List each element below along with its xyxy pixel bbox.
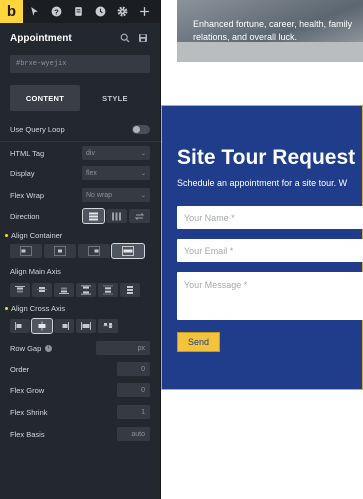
direction-column-icon[interactable] [82, 208, 105, 224]
align-cross-axis-buttons [10, 318, 140, 334]
form-heading: Site Tour Request [177, 146, 356, 169]
flex-shrink-row: Flex Shrink 1 [10, 405, 150, 419]
use-query-loop-label: Use Query Loop [10, 125, 65, 134]
row-gap-input[interactable]: px [96, 341, 150, 355]
display-row: Display flex ⌄ [10, 166, 150, 180]
display-label: Display [10, 168, 35, 178]
modified-dot-icon [5, 307, 8, 310]
flex-basis-label: Flex Basis [10, 429, 45, 439]
history-icon[interactable] [89, 0, 111, 23]
info-icon[interactable]: i [45, 345, 53, 353]
name-input[interactable]: Your Name * [177, 206, 363, 229]
main-axis-space-evenly-icon[interactable] [120, 283, 140, 297]
cross-axis-start-icon[interactable] [10, 319, 30, 333]
row-gap-text: Row Gap [10, 343, 42, 353]
chevron-down-icon: ⌄ [140, 192, 146, 199]
align-main-axis-buttons [10, 283, 140, 297]
builder-panel: b ? Appointment #brxe-wyejix CONTENT STY… [0, 0, 161, 499]
main-axis-start-icon[interactable] [10, 283, 30, 297]
element-id-field[interactable]: #brxe-wyejix [10, 55, 150, 73]
hero-image: Enhanced fortune, career, health, family… [177, 0, 363, 62]
cursor-icon[interactable] [23, 0, 45, 23]
chevron-down-icon: ⌄ [140, 150, 146, 157]
send-button[interactable]: Send [177, 332, 220, 352]
help-icon[interactable]: ? [45, 0, 67, 23]
direction-row-icon[interactable] [106, 209, 127, 223]
align-container-buttons [10, 243, 145, 259]
direction-row: Direction [10, 208, 150, 224]
bricks-logo[interactable]: b [0, 0, 23, 23]
use-query-loop-toggle[interactable] [132, 125, 150, 134]
html-tag-row: HTML Tag div ⌄ [10, 146, 150, 160]
panel-header: Appointment [0, 23, 160, 53]
html-tag-value: div [86, 149, 95, 157]
pages-icon[interactable] [67, 0, 89, 23]
align-container-text: Align Container [11, 231, 63, 240]
display-value: flex [86, 169, 97, 177]
flex-grow-row: Flex Grow 0 [10, 383, 150, 397]
main-axis-space-between-icon[interactable] [76, 283, 96, 297]
hero-photo-ground [177, 42, 363, 62]
flex-wrap-label: Flex Wrap [10, 190, 45, 200]
tab-style[interactable]: STYLE [80, 85, 150, 111]
cross-axis-center-icon[interactable] [31, 318, 53, 334]
cross-axis-baseline-icon[interactable] [98, 319, 118, 333]
flex-grow-input[interactable]: 0 [117, 383, 150, 397]
divider [0, 141, 161, 142]
message-textarea[interactable]: Your Message * [177, 272, 363, 320]
appointment-form-section[interactable]: Site Tour Request Schedule an appointmen… [161, 105, 363, 390]
flex-grow-label: Flex Grow [10, 385, 45, 395]
modified-dot-icon [5, 234, 8, 237]
chevron-down-icon: ⌄ [140, 170, 146, 177]
align-container-stretch-icon[interactable] [111, 243, 145, 259]
main-axis-center-icon[interactable] [32, 283, 52, 297]
main-axis-space-around-icon[interactable] [98, 283, 118, 297]
element-title: Appointment [10, 32, 72, 44]
tab-content[interactable]: CONTENT [10, 85, 80, 111]
align-main-axis-label: Align Main Axis [10, 267, 61, 276]
main-axis-end-icon[interactable] [54, 283, 74, 297]
align-cross-axis-label: Align Cross Axis [5, 304, 65, 313]
settings-gear-icon[interactable] [111, 0, 133, 23]
align-container-left-icon[interactable] [10, 244, 42, 258]
flex-basis-input[interactable]: auto [117, 427, 150, 441]
cross-axis-stretch-icon[interactable] [76, 319, 96, 333]
row-gap-label: Row Gap i [10, 344, 96, 353]
search-icon[interactable] [118, 31, 132, 45]
row-gap-unit[interactable]: px [138, 345, 145, 352]
top-toolbar: b ? [0, 0, 160, 23]
flex-wrap-value: No wrap [86, 191, 113, 199]
display-select[interactable]: flex ⌄ [82, 166, 150, 180]
html-tag-label: HTML Tag [10, 148, 45, 158]
use-query-loop-row: Use Query Loop [10, 125, 150, 134]
svg-text:?: ? [54, 7, 59, 16]
align-main-axis-text: Align Main Axis [10, 267, 61, 276]
direction-buttons [82, 208, 150, 224]
reverse-direction-icon[interactable] [129, 209, 150, 223]
panel-tabs: CONTENT STYLE [10, 85, 150, 111]
hero-text: Enhanced fortune, career, health, family… [193, 19, 353, 42]
flex-wrap-row: Flex Wrap No wrap ⌄ [10, 188, 150, 202]
align-container-center-icon[interactable] [44, 244, 76, 258]
order-label: Order [10, 364, 30, 374]
html-tag-select[interactable]: div ⌄ [82, 146, 150, 160]
order-input[interactable]: 0 [117, 362, 150, 376]
email-input[interactable]: Your Email * [177, 239, 363, 262]
row-gap-row: Row Gap i px [10, 341, 150, 355]
direction-label: Direction [10, 211, 40, 221]
add-element-icon[interactable] [133, 0, 155, 23]
align-cross-axis-text: Align Cross Axis [11, 304, 66, 313]
flex-shrink-input[interactable]: 1 [117, 405, 150, 419]
order-row: Order 0 [10, 362, 150, 376]
preview-canvas: Enhanced fortune, career, health, family… [161, 0, 363, 499]
flex-basis-row: Flex Basis auto [10, 427, 150, 441]
save-icon[interactable] [136, 31, 150, 45]
cross-axis-end-icon[interactable] [54, 319, 74, 333]
align-container-label: Align Container [5, 231, 62, 240]
align-container-right-icon[interactable] [78, 244, 110, 258]
flex-shrink-label: Flex Shrink [10, 407, 48, 417]
flex-wrap-select[interactable]: No wrap ⌄ [82, 188, 150, 202]
form-subtitle: Schedule an appointment for a site tour.… [177, 178, 348, 188]
